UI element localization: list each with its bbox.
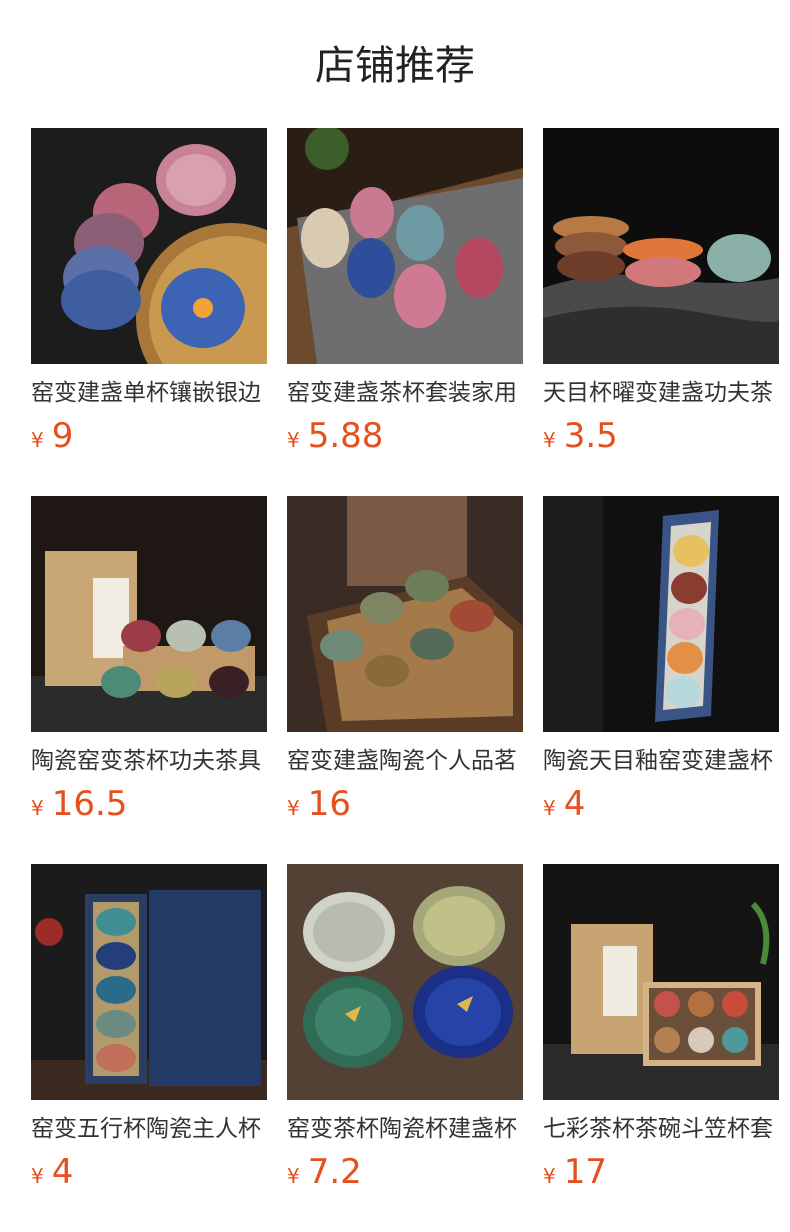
price-amount: 4 — [51, 1152, 74, 1192]
product-name[interactable]: 陶瓷天目釉窑变建盏杯 — [543, 744, 779, 778]
product-name[interactable]: 陶瓷窑变茶杯功夫茶具 — [31, 744, 267, 778]
product-card[interactable]: 七彩茶杯茶碗斗笠杯套 ¥17 — [543, 864, 779, 1194]
product-card[interactable]: 窑变建盏茶杯套装家用 ¥5.88 — [287, 128, 523, 458]
product-price: ¥9 — [31, 414, 73, 458]
price-amount: 17 — [563, 1152, 607, 1192]
price-amount: 4 — [563, 784, 586, 824]
product-name[interactable]: 窑变茶杯陶瓷杯建盏杯 — [287, 1112, 523, 1146]
product-price: ¥17 — [543, 1150, 607, 1194]
currency-symbol: ¥ — [287, 428, 300, 452]
currency-symbol: ¥ — [31, 1164, 44, 1188]
currency-symbol: ¥ — [543, 796, 556, 820]
product-name[interactable]: 窑变建盏茶杯套装家用 — [287, 376, 523, 410]
product-card[interactable]: 窑变茶杯陶瓷杯建盏杯 ¥7.2 — [287, 864, 523, 1194]
product-card[interactable]: 窑变五行杯陶瓷主人杯 ¥4 — [31, 864, 267, 1194]
product-card[interactable]: 陶瓷天目釉窑变建盏杯 ¥4 — [543, 496, 779, 826]
currency-symbol: ¥ — [543, 1164, 556, 1188]
product-card[interactable]: 窑变建盏陶瓷个人品茗 ¥16 — [287, 496, 523, 826]
currency-symbol: ¥ — [543, 428, 556, 452]
currency-symbol: ¥ — [287, 1164, 300, 1188]
product-price: ¥5.88 — [287, 414, 383, 458]
price-amount: 16.5 — [51, 784, 128, 824]
product-price: ¥4 — [31, 1150, 73, 1194]
price-amount: 3.5 — [563, 416, 618, 456]
product-card[interactable]: 窑变建盏单杯镶嵌银边 ¥9 — [31, 128, 267, 458]
currency-symbol: ¥ — [31, 796, 44, 820]
product-name[interactable]: 窑变建盏单杯镶嵌银边 — [31, 376, 267, 410]
product-name[interactable]: 七彩茶杯茶碗斗笠杯套 — [543, 1112, 779, 1146]
product-image[interactable] — [543, 496, 779, 732]
page-title: 店铺推荐 — [315, 43, 475, 89]
price-amount: 5.88 — [307, 416, 384, 456]
product-image[interactable] — [31, 128, 267, 364]
product-image[interactable] — [287, 496, 523, 732]
product-price: ¥16.5 — [31, 782, 127, 826]
product-price: ¥3.5 — [543, 414, 618, 458]
product-image[interactable] — [287, 864, 523, 1100]
product-image[interactable] — [287, 128, 523, 364]
product-card[interactable]: 陶瓷窑变茶杯功夫茶具 ¥16.5 — [31, 496, 267, 826]
product-name[interactable]: 窑变五行杯陶瓷主人杯 — [31, 1112, 267, 1146]
product-price: ¥4 — [543, 782, 585, 826]
price-amount: 9 — [51, 416, 74, 456]
product-name[interactable]: 窑变建盏陶瓷个人品茗 — [287, 744, 523, 778]
product-price: ¥7.2 — [287, 1150, 362, 1194]
price-amount: 16 — [307, 784, 351, 824]
product-image[interactable] — [543, 864, 779, 1100]
product-image[interactable] — [543, 128, 779, 364]
product-image[interactable] — [31, 864, 267, 1100]
product-price: ¥16 — [287, 782, 351, 826]
price-amount: 7.2 — [307, 1152, 362, 1192]
product-name[interactable]: 天目杯曜变建盏功夫茶 — [543, 376, 779, 410]
currency-symbol: ¥ — [31, 428, 44, 452]
product-image[interactable] — [31, 496, 267, 732]
product-card[interactable]: 天目杯曜变建盏功夫茶 ¥3.5 — [543, 128, 779, 458]
currency-symbol: ¥ — [287, 796, 300, 820]
